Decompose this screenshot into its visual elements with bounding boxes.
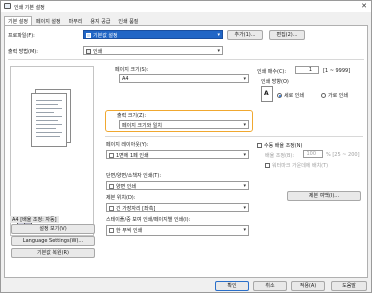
tab-basic-settings[interactable]: 기본 설정: [4, 16, 32, 25]
print-preferences-window: 인쇄 기본 설정 ✕ 기본 설정 페이지 설정 마무리 용지 공급 인쇄 품질 …: [0, 0, 372, 293]
preview-text-line: [36, 108, 62, 109]
portrait-radio[interactable]: 세로 인쇄: [277, 92, 304, 99]
duplex-value: 양면 인쇄: [116, 184, 136, 190]
manual-scaling-label: 수동 배율 조정(N): [264, 143, 303, 149]
letter-a-icon: A: [264, 90, 269, 97]
binding-label: 제본 위치(D):: [106, 195, 136, 201]
profile-select[interactable]: 기본값 설정 ▾: [83, 30, 223, 39]
preview-text-line: [36, 100, 62, 101]
preview-text-line: [36, 104, 58, 105]
chevron-down-icon: ▾: [243, 183, 246, 189]
chevron-down-icon: ▾: [217, 48, 220, 54]
page-layout-value: 1면에 1페 인쇄: [116, 153, 149, 159]
output-method-label: 출력 방법(M):: [8, 49, 38, 55]
watermark-center-label: 워터마크 가운데에 배치(T): [272, 163, 329, 169]
chevron-down-icon: ▾: [243, 205, 246, 211]
orientation-page-icon: A: [261, 86, 273, 102]
restore-defaults-button[interactable]: 기본값 복원(R): [11, 248, 95, 258]
output-size-value: 페이지 크기와 일치: [122, 123, 162, 129]
page-size-select[interactable]: A4 ▾: [119, 74, 249, 83]
manual-scaling-checkbox[interactable]: 수동 배율 조정(N): [257, 142, 302, 149]
close-icon[interactable]: ✕: [361, 2, 367, 10]
divider: [105, 136, 363, 137]
preview-text-line: [36, 136, 60, 137]
duplex-icon: [109, 184, 114, 189]
profile-icon: [86, 33, 91, 38]
chevron-down-icon: ▾: [243, 76, 246, 82]
title-bar: 인쇄 기본 설정 ✕: [1, 1, 371, 12]
stapling-select[interactable]: 한 부씩 인쇄 ▾: [106, 225, 249, 236]
landscape-label: 가로 인쇄: [328, 93, 348, 99]
profile-add-button[interactable]: 추가(1)...: [227, 30, 263, 40]
copies-label: 인쇄 매수(C):: [257, 69, 287, 75]
preview-text-line: [36, 124, 62, 125]
radio-empty-icon: [321, 93, 326, 98]
chevron-down-icon: ▾: [243, 152, 246, 158]
landscape-radio[interactable]: 가로 인쇄: [321, 92, 348, 99]
help-button[interactable]: 도움말: [331, 281, 367, 291]
tab-finishing[interactable]: 마무리: [65, 16, 87, 25]
stapling-label: 스테이플/중 보여 인쇄/페이지별 인쇄(I):: [106, 217, 191, 223]
chevron-down-icon: ▾: [243, 122, 246, 128]
preview-front-sheet: [31, 93, 67, 147]
view-settings-button[interactable]: 설정 보기(V): [11, 224, 95, 234]
printer-icon: [4, 3, 11, 9]
watermark-center-checkbox[interactable]: 워터마크 가운데에 배치(T): [265, 162, 328, 169]
apply-button[interactable]: 적용(A): [291, 281, 325, 291]
preview-text-line: [36, 120, 58, 121]
page-layout-select[interactable]: 1면에 1페 인쇄 ▾: [106, 150, 249, 159]
output-method-value: 인쇄: [93, 49, 103, 55]
page-preview: [10, 66, 94, 236]
scale-spinbox[interactable]: 100: [303, 150, 323, 158]
binding-select[interactable]: 긴 가장자리 [좌측] ▾: [106, 203, 249, 212]
binding-value: 긴 가장자리 [좌측]: [116, 206, 156, 212]
profile-value: 기본값 설정: [93, 33, 118, 39]
radio-selected-icon: [277, 93, 282, 98]
output-size-label: 출력 크기(Z):: [117, 113, 147, 119]
copies-spinbox[interactable]: 1: [295, 66, 319, 74]
language-settings-button[interactable]: Language Settings(W)...: [11, 236, 95, 246]
chevron-down-icon: ▾: [217, 32, 220, 38]
chevron-down-icon: ▾: [243, 227, 246, 233]
preview-text-line: [36, 132, 62, 133]
tab-bar: 기본 설정 페이지 설정 마무리 용지 공급 인쇄 품질: [4, 16, 142, 25]
copies-value: 1: [308, 67, 312, 73]
basic-settings-panel: 프로파일(F): 기본값 설정 ▾ 추가(1)... 편집(2)... 출력 방…: [4, 25, 368, 278]
divider: [8, 59, 364, 60]
window-title: 인쇄 기본 설정: [14, 5, 45, 11]
printer-icon: [86, 49, 91, 54]
scale-label: 배율 조정(B):: [265, 153, 295, 159]
tab-paper-source[interactable]: 용지 공급: [86, 16, 114, 25]
tab-page-setup[interactable]: 페이지 설정: [32, 16, 65, 25]
tab-print-quality[interactable]: 인쇄 품질: [114, 16, 142, 25]
copies-range: [1 ~ 9999]: [323, 68, 351, 74]
preview-text-line: [36, 112, 54, 113]
duplex-label: 단면/양면/소책자 인쇄(T):: [106, 173, 161, 179]
preview-caption: A4 [배율 조정: 자동]: [10, 216, 59, 223]
page-layout-icon: [109, 153, 114, 158]
output-size-select[interactable]: 페이지 크기와 일치 ▾: [119, 120, 249, 129]
binding-margin-button[interactable]: 제본 여백(I)...: [287, 191, 361, 201]
page-layout-label: 페이지 레이아웃(Y):: [106, 142, 149, 148]
duplex-select[interactable]: 양면 인쇄 ▾: [106, 181, 249, 190]
output-method-select[interactable]: 인쇄 ▾: [83, 46, 223, 55]
profile-edit-button[interactable]: 편집(2)...: [269, 30, 305, 40]
scale-value: 100: [306, 151, 316, 157]
page-size-label: 페이지 크기(S):: [115, 67, 149, 73]
scale-range: % [25 ~ 200]: [326, 152, 360, 158]
cancel-button[interactable]: 취소: [253, 281, 287, 291]
stapling-value: 한 부씩 인쇄: [116, 228, 143, 234]
binding-icon: [109, 206, 114, 211]
page-size-value: A4: [122, 76, 129, 82]
profile-label: 프로파일(F):: [8, 33, 35, 39]
orientation-label: 인쇄 방향(O): [261, 79, 289, 85]
checkbox-icon: [265, 163, 270, 168]
preview-text-line: [36, 128, 56, 129]
portrait-label: 세로 인쇄: [284, 93, 304, 99]
collate-icon: [109, 228, 114, 233]
ok-button[interactable]: 확인: [215, 281, 249, 291]
preview-text-line: [36, 116, 62, 117]
checkbox-icon: [257, 143, 262, 148]
